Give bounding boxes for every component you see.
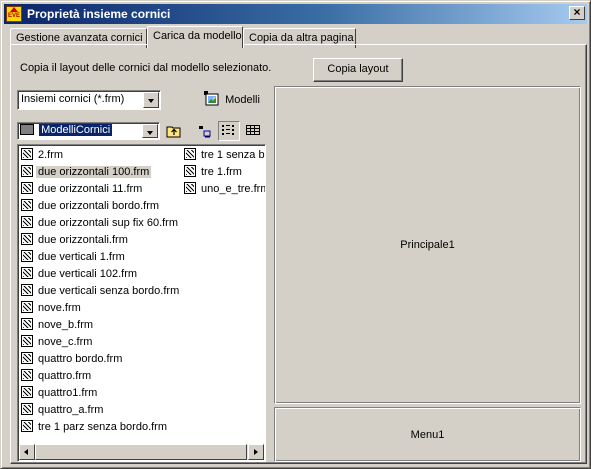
frame-file-icon: [184, 165, 196, 177]
file-name: 2.frm: [38, 149, 64, 161]
frame-label-menu: Menu1: [410, 429, 445, 441]
file-name: tre 1 senza bo: [201, 149, 266, 161]
frame-file-icon: [21, 284, 33, 296]
copy-layout-button[interactable]: Copia layout: [313, 58, 403, 82]
file-item[interactable]: tre 1.frm: [184, 164, 244, 180]
file-item[interactable]: 2.frm: [21, 147, 65, 163]
file-name: due orizzontali.frm: [38, 234, 128, 246]
close-icon: ×: [573, 5, 581, 19]
instruction-text: Copia il layout delle cornici dal modell…: [20, 62, 272, 74]
file-name: due orizzontali 11.frm: [38, 183, 143, 195]
scroll-thumb[interactable]: [35, 444, 247, 460]
folder-icon: [20, 124, 34, 135]
thumbnails-view-icon[interactable]: [244, 122, 262, 140]
models-label: Modelli: [225, 94, 260, 106]
file-name: quattro1.frm: [38, 387, 98, 399]
file-item[interactable]: due orizzontali 100.frm: [21, 164, 152, 180]
file-item[interactable]: due orizzontali sup fix 60.frm: [21, 215, 180, 231]
frame-file-icon: [21, 165, 33, 177]
file-item[interactable]: due orizzontali 11.frm: [21, 181, 144, 197]
folder-select[interactable]: ModelliCornici: [17, 122, 160, 140]
file-name: nove_b.frm: [38, 319, 94, 331]
tab-carica-da-modello[interactable]: Carica da modello: [147, 26, 243, 48]
chevron-down-icon[interactable]: [142, 124, 158, 138]
file-name: due orizzontali sup fix 60.frm: [38, 217, 179, 229]
frame-file-icon: [21, 301, 33, 313]
frame-file-icon: [21, 233, 33, 245]
file-name: due verticali 102.frm: [38, 268, 138, 280]
frame-file-icon: [21, 267, 33, 279]
window-title: Proprietà insieme cornici: [27, 7, 171, 21]
file-name: uno_e_tre.frm: [201, 183, 266, 195]
file-item[interactable]: due verticali 102.frm: [21, 266, 139, 282]
frame-file-icon: [21, 386, 33, 398]
file-name: tre 1.frm: [201, 166, 242, 178]
file-item[interactable]: quattro.frm: [21, 368, 93, 384]
frame-file-icon: [21, 250, 33, 262]
file-name: quattro_a.frm: [38, 404, 104, 416]
frame-file-icon: [21, 318, 33, 330]
file-item[interactable]: nove_c.frm: [21, 334, 94, 350]
scroll-right-icon[interactable]: [248, 444, 264, 460]
chevron-down-icon[interactable]: [143, 92, 159, 108]
file-list[interactable]: 2.frm due orizzontali 100.frm due orizzont…: [17, 144, 266, 462]
models-button[interactable]: Modelli: [203, 90, 260, 108]
frame-file-icon: [21, 369, 33, 381]
frame-file-icon: [21, 148, 33, 160]
horizontal-scrollbar[interactable]: [19, 444, 264, 460]
folder-value: ModelliCornici: [39, 124, 113, 136]
file-type-value: Insiemi cornici (*.frm): [21, 93, 125, 105]
file-name: due orizzontali bordo.frm: [38, 200, 160, 212]
file-item[interactable]: due verticali 1.frm: [21, 249, 127, 265]
file-name: due verticali 1.frm: [38, 251, 125, 263]
file-name: due verticali senza bordo.frm: [38, 285, 180, 297]
picture-folder-icon: [203, 90, 219, 109]
file-name: quattro bordo.frm: [38, 353, 123, 365]
frame-file-icon: [21, 420, 33, 432]
frame-file-icon: [21, 403, 33, 415]
file-name: quattro.frm: [38, 370, 92, 382]
dialog-window: EVE Proprietà insieme cornici × Gestione…: [0, 0, 591, 469]
file-item[interactable]: due verticali senza bordo.frm: [21, 283, 181, 299]
title-bar[interactable]: EVE Proprietà insieme cornici ×: [4, 4, 587, 24]
app-icon: EVE: [6, 6, 22, 22]
file-name: nove.frm: [38, 302, 81, 314]
list-view-icon[interactable]: [195, 122, 213, 140]
file-name: due orizzontali 100.frm: [36, 166, 152, 178]
tab-label: Gestione avanzata cornici: [16, 32, 143, 44]
close-button[interactable]: ×: [569, 6, 585, 20]
tab-label: Copia da altra pagina: [249, 32, 354, 44]
frame-label-principale: Principale1: [400, 239, 455, 251]
file-item[interactable]: uno_e_tre.frm: [184, 181, 266, 197]
file-item[interactable]: due orizzontali bordo.frm: [21, 198, 161, 214]
details-view-icon[interactable]: [218, 121, 240, 141]
frame-file-icon: [21, 199, 33, 211]
file-item[interactable]: tre 1 senza bo: [184, 147, 266, 163]
file-item[interactable]: nove.frm: [21, 300, 83, 316]
folder-value-wrap: ModelliCornici: [20, 124, 113, 136]
frame-file-icon: [21, 335, 33, 347]
file-item[interactable]: quattro bordo.frm: [21, 351, 124, 367]
file-item[interactable]: due orizzontali.frm: [21, 232, 130, 248]
up-folder-icon[interactable]: [165, 122, 183, 140]
file-item[interactable]: tre 1 parz senza bordo.frm: [21, 419, 169, 435]
frame-preview-menu[interactable]: Menu1: [274, 407, 581, 462]
frame-file-icon: [21, 352, 33, 364]
frame-file-icon: [184, 148, 196, 160]
frame-preview-principale[interactable]: Principale1: [274, 86, 581, 404]
tab-label: Carica da modello: [153, 30, 242, 42]
file-name: nove_c.frm: [38, 336, 93, 348]
scroll-left-icon[interactable]: [19, 444, 35, 460]
file-name: tre 1 parz senza bordo.frm: [38, 421, 168, 433]
file-item[interactable]: nove_b.frm: [21, 317, 95, 333]
file-type-select[interactable]: Insiemi cornici (*.frm): [17, 90, 161, 110]
file-item[interactable]: quattro_a.frm: [21, 402, 105, 418]
frame-file-icon: [21, 216, 33, 228]
file-item[interactable]: quattro1.frm: [21, 385, 99, 401]
frame-file-icon: [21, 182, 33, 194]
frame-file-icon: [184, 182, 196, 194]
